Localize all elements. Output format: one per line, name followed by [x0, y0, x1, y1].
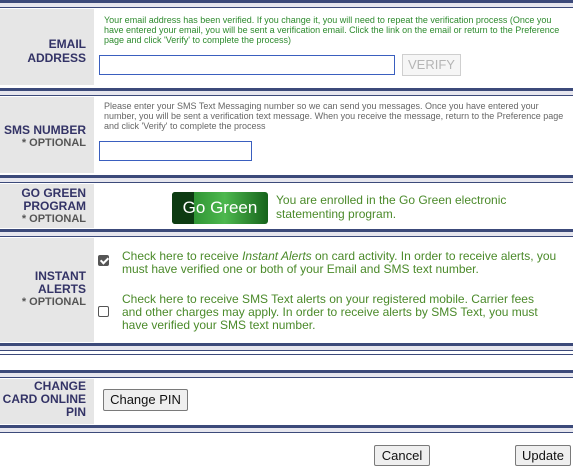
divider — [0, 370, 573, 378]
go-green-logo: Go Green — [172, 192, 268, 224]
gogreen-label: GO GREEN PROGRAM * OPTIONAL — [0, 184, 94, 228]
sms-note: Please enter your SMS Text Messaging num… — [104, 101, 564, 131]
divider — [0, 229, 573, 237]
divider — [0, 175, 573, 183]
sms-optional: * OPTIONAL — [21, 137, 86, 149]
alerts-label-line2: ALERTS — [38, 282, 86, 296]
go-green-logo-text: Go Green — [182, 198, 258, 217]
verify-button[interactable]: VERIFY — [402, 54, 461, 76]
cancel-button[interactable]: Cancel — [374, 445, 430, 466]
instant-alerts-checkbox[interactable] — [98, 255, 109, 266]
pin-row: CHANGE CARD ONLINE PIN Change PIN — [0, 379, 573, 424]
instant-alerts-text: Check here to receive Instant Alerts on … — [122, 250, 562, 276]
divider — [0, 343, 573, 351]
pin-label: CHANGE CARD ONLINE PIN — [0, 379, 94, 424]
update-button[interactable]: Update — [515, 445, 571, 466]
instant-alerts-em: Instant Alerts — [242, 249, 312, 263]
alerts-label: INSTANT ALERTS * OPTIONAL — [0, 238, 94, 342]
sms-label: SMS NUMBER * OPTIONAL — [0, 97, 94, 173]
gogreen-label-line2: PROGRAM — [23, 199, 86, 213]
sms-input[interactable] — [99, 141, 252, 161]
email-note: Your email address has been verified. If… — [104, 15, 560, 45]
gogreen-optional: * OPTIONAL — [21, 213, 86, 225]
email-input[interactable] — [99, 55, 395, 75]
gogreen-status: You are enrolled in the Go Green electro… — [276, 193, 507, 221]
divider — [0, 354, 573, 355]
change-pin-button[interactable]: Change PIN — [103, 389, 188, 411]
email-row: EMAIL ADDRESS Your email address has bee… — [0, 9, 573, 85]
pin-label-line3: PIN — [65, 405, 86, 419]
divider — [0, 425, 573, 433]
divider — [0, 88, 573, 96]
sms-alerts-text: Check here to receive SMS Text alerts on… — [122, 292, 538, 332]
divider — [0, 0, 573, 8]
instant-alerts-prefix: Check here to receive — [122, 249, 243, 263]
sms-label-text: SMS NUMBER — [3, 123, 86, 137]
email-label: EMAIL ADDRESS — [0, 9, 94, 85]
email-label-line1: EMAIL — [48, 37, 86, 51]
email-label-line2: ADDRESS — [27, 51, 86, 65]
alerts-optional: * OPTIONAL — [21, 296, 86, 308]
sms-row: SMS NUMBER * OPTIONAL Please enter your … — [0, 97, 573, 173]
sms-alerts-checkbox[interactable] — [98, 306, 109, 317]
